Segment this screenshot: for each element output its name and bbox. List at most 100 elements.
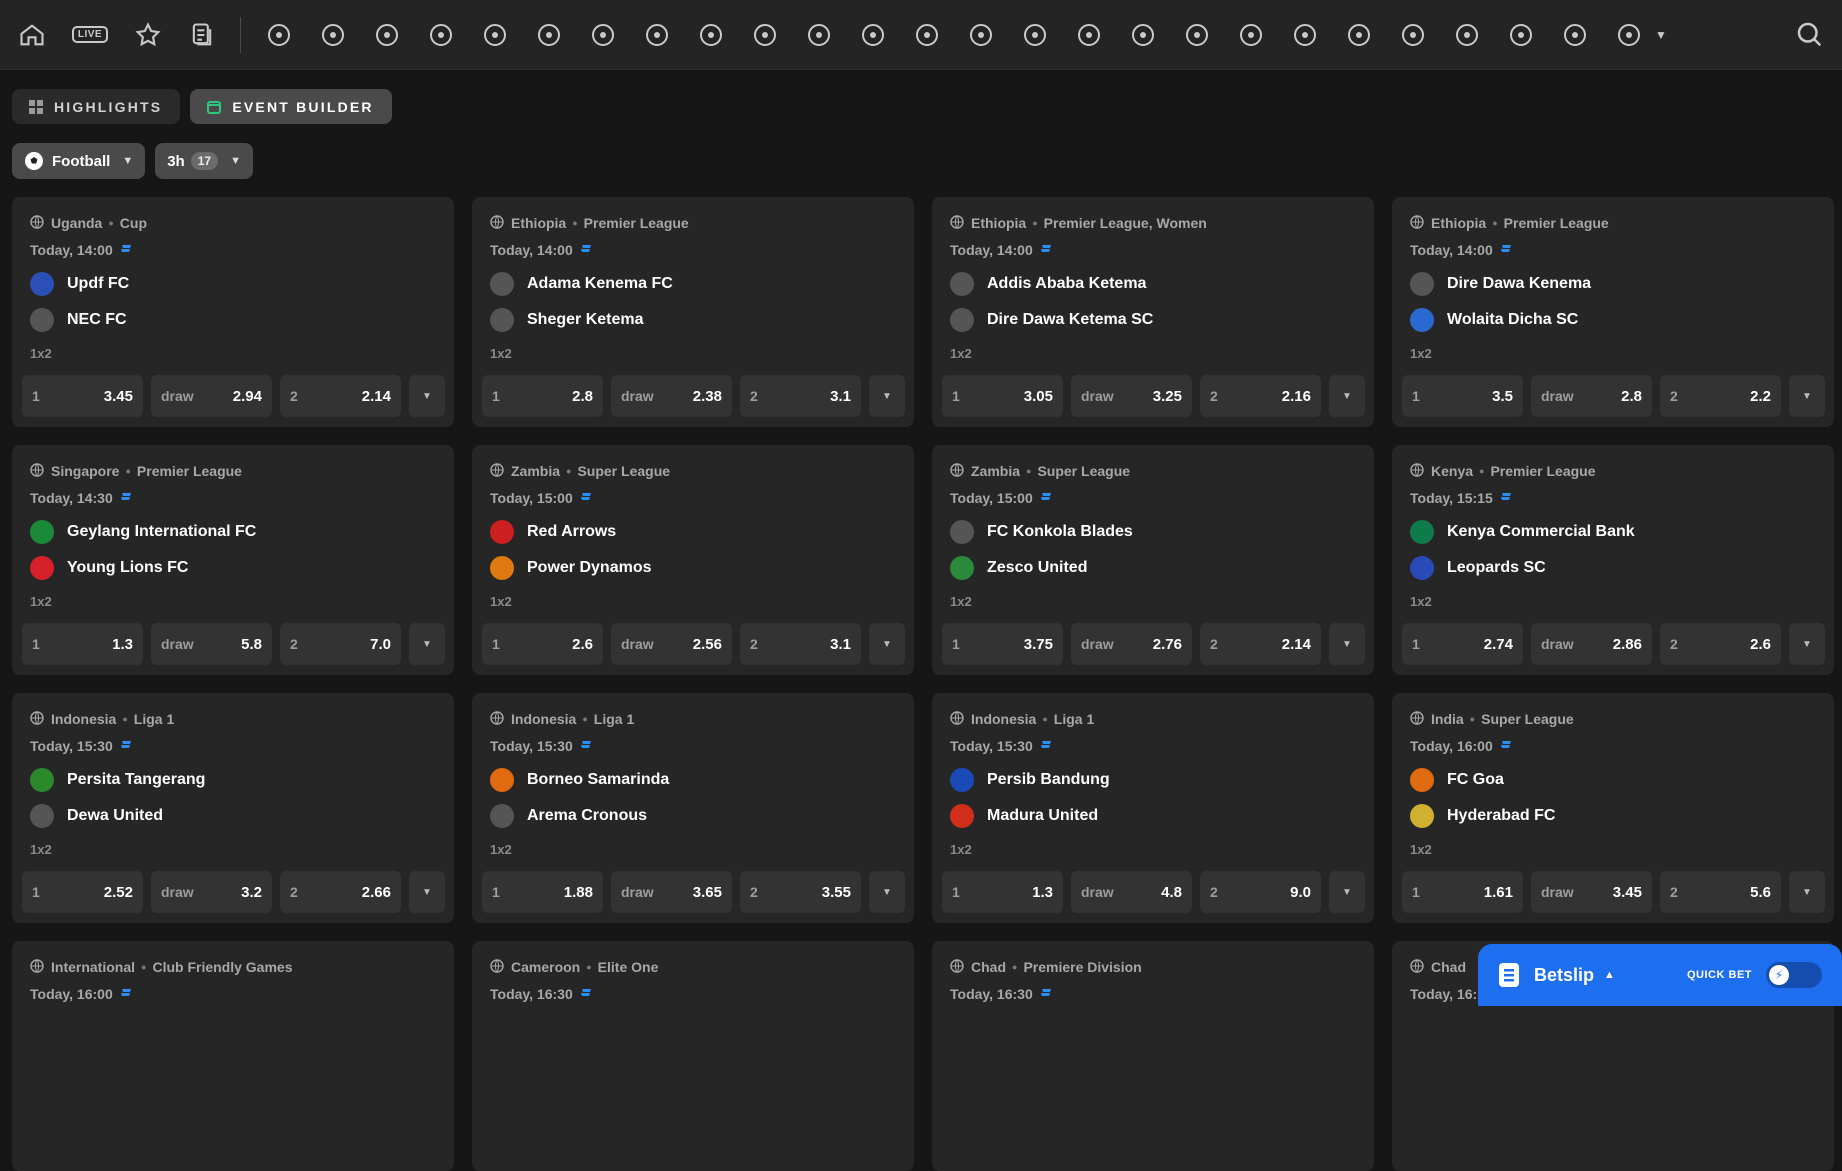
event-card[interactable]: Zambia ● Super League Today, 15:00 FC Ko… <box>932 445 1374 675</box>
odd-home-button[interactable]: 1 3.45 <box>22 375 143 417</box>
more-markets-button[interactable]: ▼ <box>1329 871 1365 913</box>
event-card[interactable]: Singapore ● Premier League Today, 14:30 … <box>12 445 454 675</box>
odd-home-button[interactable]: 1 2.6 <box>482 623 603 665</box>
league-of-legends-icon[interactable] <box>1073 19 1105 51</box>
more-markets-button[interactable]: ▼ <box>409 375 445 417</box>
quick-bet-toggle[interactable]: ⚡ <box>1766 962 1822 988</box>
volleyball-icon[interactable] <box>695 19 727 51</box>
rugby-icon[interactable] <box>1613 19 1645 51</box>
odd-home-button[interactable]: 1 3.05 <box>942 375 1063 417</box>
cricket-helmet-icon[interactable] <box>1289 19 1321 51</box>
odd-away-button[interactable]: 2 9.0 <box>1200 871 1321 913</box>
badminton-icon[interactable] <box>1559 19 1591 51</box>
more-markets-button[interactable]: ▼ <box>1789 375 1825 417</box>
odd-draw-button[interactable]: draw 2.76 <box>1071 623 1192 665</box>
penalty-icon[interactable] <box>1181 19 1213 51</box>
counter-strike-icon[interactable] <box>587 19 619 51</box>
odd-home-button[interactable]: 1 1.3 <box>942 871 1063 913</box>
more-markets-button[interactable]: ▼ <box>1789 623 1825 665</box>
betslip-bar[interactable]: Betslip ▲ QUICK BET ⚡ <box>1478 944 1842 1006</box>
odd-home-button[interactable]: 1 3.75 <box>942 623 1063 665</box>
home-icon[interactable] <box>16 19 48 51</box>
more-markets-button[interactable]: ▼ <box>869 871 905 913</box>
more-markets-button[interactable]: ▼ <box>409 623 445 665</box>
valorant-icon[interactable] <box>857 19 889 51</box>
event-card[interactable]: Indonesia ● Liga 1 Today, 15:30 Persita … <box>12 693 454 923</box>
odd-draw-button[interactable]: draw 3.45 <box>1531 871 1652 913</box>
more-markets-button[interactable]: ▼ <box>1789 871 1825 913</box>
time-filter-dropdown[interactable]: 3h 17 ▼ <box>155 143 253 179</box>
motorsport-icon[interactable] <box>1019 19 1051 51</box>
more-markets-button[interactable]: ▼ <box>1329 623 1365 665</box>
odd-draw-button[interactable]: draw 2.38 <box>611 375 732 417</box>
esoccer-icon[interactable] <box>425 19 457 51</box>
odd-home-button[interactable]: 1 3.5 <box>1402 375 1523 417</box>
betslip-list-icon[interactable] <box>186 19 218 51</box>
event-card[interactable]: Indonesia ● Liga 1 Today, 15:30 Borneo S… <box>472 693 914 923</box>
odd-home-button[interactable]: 1 1.88 <box>482 871 603 913</box>
event-card[interactable]: Indonesia ● Liga 1 Today, 15:30 Persib B… <box>932 693 1374 923</box>
odd-away-button[interactable]: 2 7.0 <box>280 623 401 665</box>
blitz-icon[interactable] <box>1451 19 1483 51</box>
etennis-icon[interactable] <box>1343 19 1375 51</box>
basketball-icon[interactable] <box>317 19 349 51</box>
tennis-icon[interactable] <box>371 19 403 51</box>
event-card[interactable]: Ethiopia ● Premier League Today, 14:00 D… <box>1392 197 1834 427</box>
event-card[interactable]: Kenya ● Premier League Today, 15:15 Keny… <box>1392 445 1834 675</box>
odd-away-button[interactable]: 2 2.14 <box>280 375 401 417</box>
star-icon[interactable] <box>132 19 164 51</box>
odd-draw-button[interactable]: draw 3.65 <box>611 871 732 913</box>
search-icon[interactable] <box>1794 19 1824 49</box>
table-tennis-icon[interactable] <box>533 19 565 51</box>
football-icon[interactable] <box>263 19 295 51</box>
ebasketball-2-icon[interactable] <box>1397 19 1429 51</box>
handball-icon[interactable] <box>749 19 781 51</box>
more-markets-button[interactable]: ▼ <box>409 871 445 913</box>
odd-away-button[interactable]: 2 2.6 <box>1660 623 1781 665</box>
event-card[interactable]: Uganda ● Cup Today, 14:00 Updf FC NEC FC… <box>12 197 454 427</box>
tab-event-builder[interactable]: EVENT BUILDER <box>190 89 392 124</box>
tab-highlights[interactable]: HIGHLIGHTS <box>12 89 181 124</box>
odd-draw-button[interactable]: draw 2.94 <box>151 375 272 417</box>
odd-away-button[interactable]: 2 3.55 <box>740 871 861 913</box>
event-card[interactable]: Cameroon ● Elite One Today, 16:30 <box>472 941 914 1171</box>
ebasketball-icon[interactable] <box>1127 19 1159 51</box>
dota-icon[interactable] <box>641 19 673 51</box>
odd-draw-button[interactable]: draw 3.25 <box>1071 375 1192 417</box>
event-card[interactable]: India ● Super League Today, 16:00 FC Goa… <box>1392 693 1834 923</box>
odd-draw-button[interactable]: draw 2.86 <box>1531 623 1652 665</box>
more-markets-button[interactable]: ▼ <box>1329 375 1365 417</box>
odd-draw-button[interactable]: draw 2.8 <box>1531 375 1652 417</box>
event-card[interactable]: International ● Club Friendly Games Toda… <box>12 941 454 1171</box>
odd-away-button[interactable]: 2 3.1 <box>740 623 861 665</box>
odd-draw-button[interactable]: draw 3.2 <box>151 871 272 913</box>
darts-icon[interactable] <box>803 19 835 51</box>
odd-draw-button[interactable]: draw 5.8 <box>151 623 272 665</box>
more-markets-button[interactable]: ▼ <box>869 623 905 665</box>
odd-home-button[interactable]: 1 2.74 <box>1402 623 1523 665</box>
odd-draw-button[interactable]: draw 4.8 <box>1071 871 1192 913</box>
event-card[interactable]: Ethiopia ● Premier League Today, 14:00 A… <box>472 197 914 427</box>
fist-icon[interactable] <box>1235 19 1267 51</box>
event-card[interactable]: Chad ● Premiere Division Today, 16:30 <box>932 941 1374 1171</box>
odd-home-button[interactable]: 1 2.8 <box>482 375 603 417</box>
chess-icon[interactable] <box>965 19 997 51</box>
cricket-icon[interactable] <box>1505 19 1537 51</box>
event-card[interactable]: Ethiopia ● Premier League, Women Today, … <box>932 197 1374 427</box>
odd-away-button[interactable]: 2 2.14 <box>1200 623 1321 665</box>
chevron-down-icon[interactable]: ▼ <box>1655 28 1667 42</box>
odd-away-button[interactable]: 2 2.2 <box>1660 375 1781 417</box>
odd-away-button[interactable]: 2 2.66 <box>280 871 401 913</box>
odd-away-button[interactable]: 2 2.16 <box>1200 375 1321 417</box>
ice-hockey-icon[interactable] <box>479 19 511 51</box>
odd-draw-button[interactable]: draw 2.56 <box>611 623 732 665</box>
event-card[interactable]: Zambia ● Super League Today, 15:00 Red A… <box>472 445 914 675</box>
odd-home-button[interactable]: 1 1.3 <box>22 623 143 665</box>
odd-away-button[interactable]: 2 3.1 <box>740 375 861 417</box>
live-icon[interactable]: LIVE <box>70 19 110 51</box>
volta-icon[interactable] <box>911 19 943 51</box>
odd-home-button[interactable]: 1 1.61 <box>1402 871 1523 913</box>
odd-home-button[interactable]: 1 2.52 <box>22 871 143 913</box>
odd-away-button[interactable]: 2 5.6 <box>1660 871 1781 913</box>
more-markets-button[interactable]: ▼ <box>869 375 905 417</box>
